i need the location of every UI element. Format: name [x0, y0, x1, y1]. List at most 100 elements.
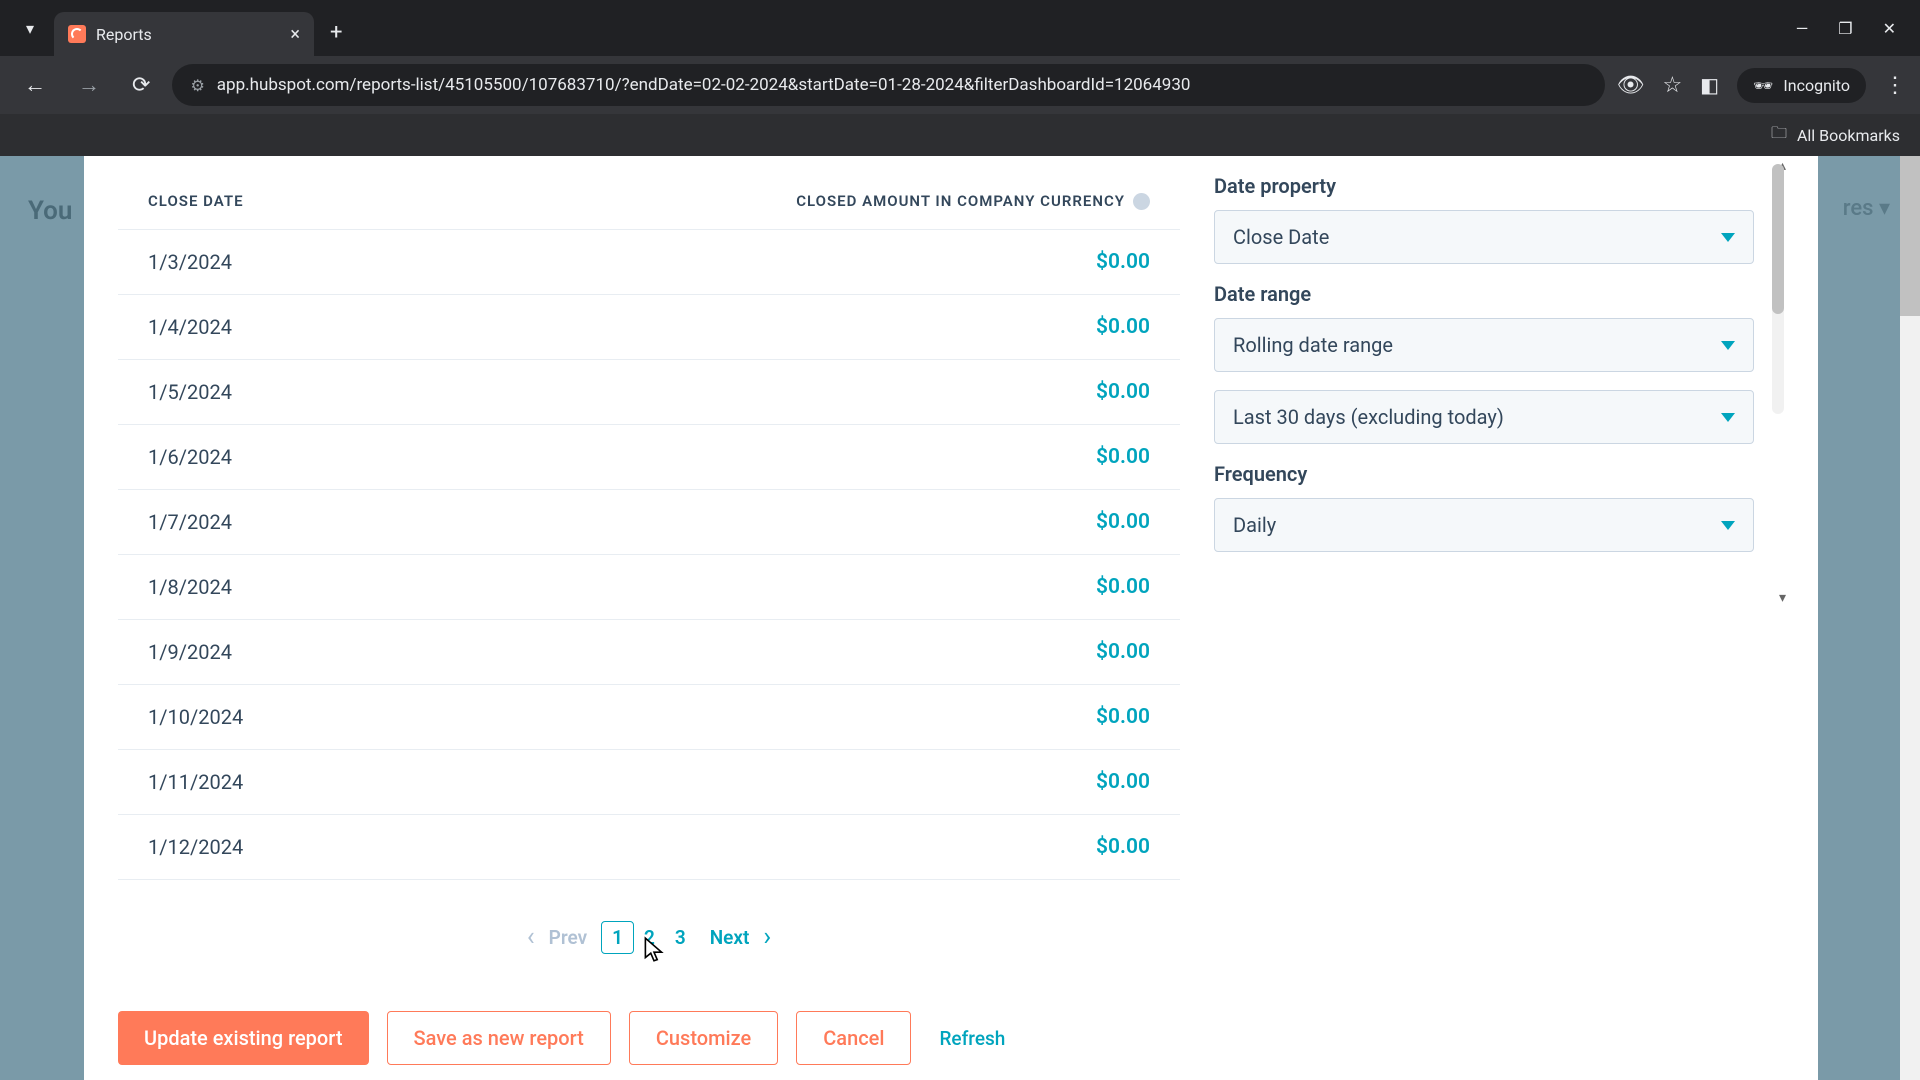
- chevron-down-icon: [1721, 233, 1735, 242]
- pager-prev: Prev: [549, 926, 587, 949]
- table-row: 1/9/2024$0.00: [118, 620, 1180, 685]
- cell-amount[interactable]: $0.00: [649, 575, 1150, 599]
- chevron-down-icon: [1721, 521, 1735, 530]
- filter-panel: ▴ Date property Close Date Date range Ro…: [1214, 156, 1818, 996]
- cell-close-date: 1/9/2024: [148, 640, 649, 664]
- browser-tab[interactable]: Reports ×: [54, 12, 314, 56]
- pager-prev-arrow-icon: ‹: [527, 922, 535, 952]
- cell-close-date: 1/3/2024: [148, 250, 649, 274]
- url-text: app.hubspot.com/reports-list/45105500/10…: [217, 75, 1191, 95]
- cell-close-date: 1/12/2024: [148, 835, 649, 859]
- pager-page-3[interactable]: 3: [665, 922, 696, 953]
- new-tab-button[interactable]: +: [330, 20, 342, 45]
- cell-close-date: 1/8/2024: [148, 575, 649, 599]
- pagination: ‹ Prev 123 Next ›: [118, 898, 1180, 986]
- date-range-preset-select[interactable]: Last 30 days (excluding today): [1214, 390, 1754, 444]
- date-property-value: Close Date: [1233, 225, 1329, 249]
- cell-amount[interactable]: $0.00: [649, 510, 1150, 534]
- table-row: 1/7/2024$0.00: [118, 490, 1180, 555]
- frequency-value: Daily: [1233, 513, 1276, 537]
- cell-close-date: 1/7/2024: [148, 510, 649, 534]
- cell-amount[interactable]: $0.00: [649, 770, 1150, 794]
- pager-page-1[interactable]: 1: [601, 921, 634, 954]
- close-window-icon[interactable]: ✕: [1883, 19, 1896, 38]
- date-range-label: Date range: [1214, 282, 1754, 306]
- table-row: 1/8/2024$0.00: [118, 555, 1180, 620]
- table-row: 1/3/2024$0.00: [118, 229, 1180, 295]
- modal-footer: Update existing report Save as new repor…: [84, 996, 1818, 1080]
- cell-amount[interactable]: $0.00: [649, 705, 1150, 729]
- side-panel-icon[interactable]: ◧: [1700, 73, 1719, 97]
- info-icon[interactable]: [1133, 193, 1150, 210]
- update-existing-report-button[interactable]: Update existing report: [118, 1011, 369, 1065]
- table-row: 1/5/2024$0.00: [118, 360, 1180, 425]
- cell-amount[interactable]: $0.00: [649, 250, 1150, 274]
- cell-amount[interactable]: $0.00: [649, 445, 1150, 469]
- address-bar: ← → ⟳ ⚙ app.hubspot.com/reports-list/451…: [0, 56, 1920, 114]
- hubspot-favicon-icon: [68, 25, 86, 43]
- page-scrollbar[interactable]: [1900, 156, 1920, 1080]
- frequency-label: Frequency: [1214, 462, 1754, 486]
- folder-icon: 🗀: [1771, 122, 1787, 149]
- bookmarks-bar: 🗀 All Bookmarks: [0, 114, 1920, 156]
- url-input[interactable]: ⚙ app.hubspot.com/reports-list/45105500/…: [172, 64, 1604, 106]
- scroll-down-arrow-icon[interactable]: ▾: [1779, 590, 1786, 606]
- customize-button[interactable]: Customize: [629, 1011, 778, 1065]
- table-row: 1/6/2024$0.00: [118, 425, 1180, 490]
- incognito-indicator[interactable]: 🕶 Incognito: [1737, 68, 1866, 103]
- chevron-down-icon: [1721, 413, 1735, 422]
- tab-title: Reports: [96, 25, 152, 44]
- tab-search-dropdown[interactable]: ▾: [6, 6, 54, 50]
- maximize-icon[interactable]: ❐: [1838, 19, 1852, 38]
- cell-close-date: 1/11/2024: [148, 770, 649, 794]
- backdrop-text-right: res ▾: [1843, 196, 1890, 221]
- window-controls: ― ❐ ✕: [1796, 19, 1920, 38]
- reload-button[interactable]: ⟳: [122, 67, 160, 104]
- frequency-select[interactable]: Daily: [1214, 498, 1754, 552]
- cell-close-date: 1/4/2024: [148, 315, 649, 339]
- site-settings-icon[interactable]: ⚙: [190, 76, 204, 95]
- table-body: 1/3/2024$0.001/4/2024$0.001/5/2024$0.001…: [118, 229, 1180, 898]
- cell-amount[interactable]: $0.00: [649, 640, 1150, 664]
- forward-button[interactable]: →: [68, 66, 110, 104]
- tracking-blocked-icon[interactable]: 👁: [1617, 73, 1645, 98]
- close-tab-icon[interactable]: ×: [290, 24, 300, 45]
- cell-close-date: 1/5/2024: [148, 380, 649, 404]
- refresh-link[interactable]: Refresh: [929, 1027, 1015, 1050]
- column-header-closed-amount[interactable]: CLOSED AMOUNT IN COMPANY CURRENCY: [649, 192, 1150, 210]
- minimize-icon[interactable]: ―: [1796, 19, 1809, 38]
- chrome-menu-icon[interactable]: ⋮: [1884, 73, 1906, 98]
- table-header-row: CLOSE DATE CLOSED AMOUNT IN COMPANY CURR…: [118, 180, 1180, 229]
- all-bookmarks-link[interactable]: All Bookmarks: [1797, 126, 1900, 145]
- date-range-type-select[interactable]: Rolling date range: [1214, 318, 1754, 372]
- report-table-panel: CLOSE DATE CLOSED AMOUNT IN COMPANY CURR…: [84, 156, 1214, 996]
- cell-close-date: 1/6/2024: [148, 445, 649, 469]
- backdrop-text-left: You: [28, 196, 72, 226]
- date-property-select[interactable]: Close Date: [1214, 210, 1754, 264]
- column-header-close-date[interactable]: CLOSE DATE: [148, 192, 649, 210]
- pager-next-arrow-icon[interactable]: ›: [763, 922, 771, 952]
- incognito-icon: 🕶: [1753, 76, 1773, 95]
- save-as-new-report-button[interactable]: Save as new report: [387, 1011, 611, 1065]
- bookmark-star-icon[interactable]: ☆: [1662, 73, 1682, 98]
- pager-page-2[interactable]: 2: [634, 922, 665, 953]
- report-modal: CLOSE DATE CLOSED AMOUNT IN COMPANY CURR…: [84, 156, 1818, 1080]
- column-header-closed-amount-text: CLOSED AMOUNT IN COMPANY CURRENCY: [796, 192, 1125, 210]
- cell-amount[interactable]: $0.00: [649, 380, 1150, 404]
- back-button[interactable]: ←: [14, 66, 56, 104]
- pager-next[interactable]: Next: [710, 926, 750, 949]
- incognito-label: Incognito: [1783, 76, 1850, 95]
- date-property-label: Date property: [1214, 174, 1754, 198]
- cell-amount[interactable]: $0.00: [649, 835, 1150, 859]
- cell-close-date: 1/10/2024: [148, 705, 649, 729]
- date-range-type-value: Rolling date range: [1233, 333, 1393, 357]
- table-row: 1/11/2024$0.00: [118, 750, 1180, 815]
- chevron-down-icon: [1721, 341, 1735, 350]
- filter-scrollbar[interactable]: [1772, 164, 1784, 414]
- table-row: 1/12/2024$0.00: [118, 815, 1180, 880]
- cancel-button[interactable]: Cancel: [796, 1011, 911, 1065]
- browser-tab-strip: ▾ Reports × + ― ❐ ✕: [0, 0, 1920, 56]
- table-row: 1/10/2024$0.00: [118, 685, 1180, 750]
- date-range-preset-value: Last 30 days (excluding today): [1233, 405, 1504, 429]
- cell-amount[interactable]: $0.00: [649, 315, 1150, 339]
